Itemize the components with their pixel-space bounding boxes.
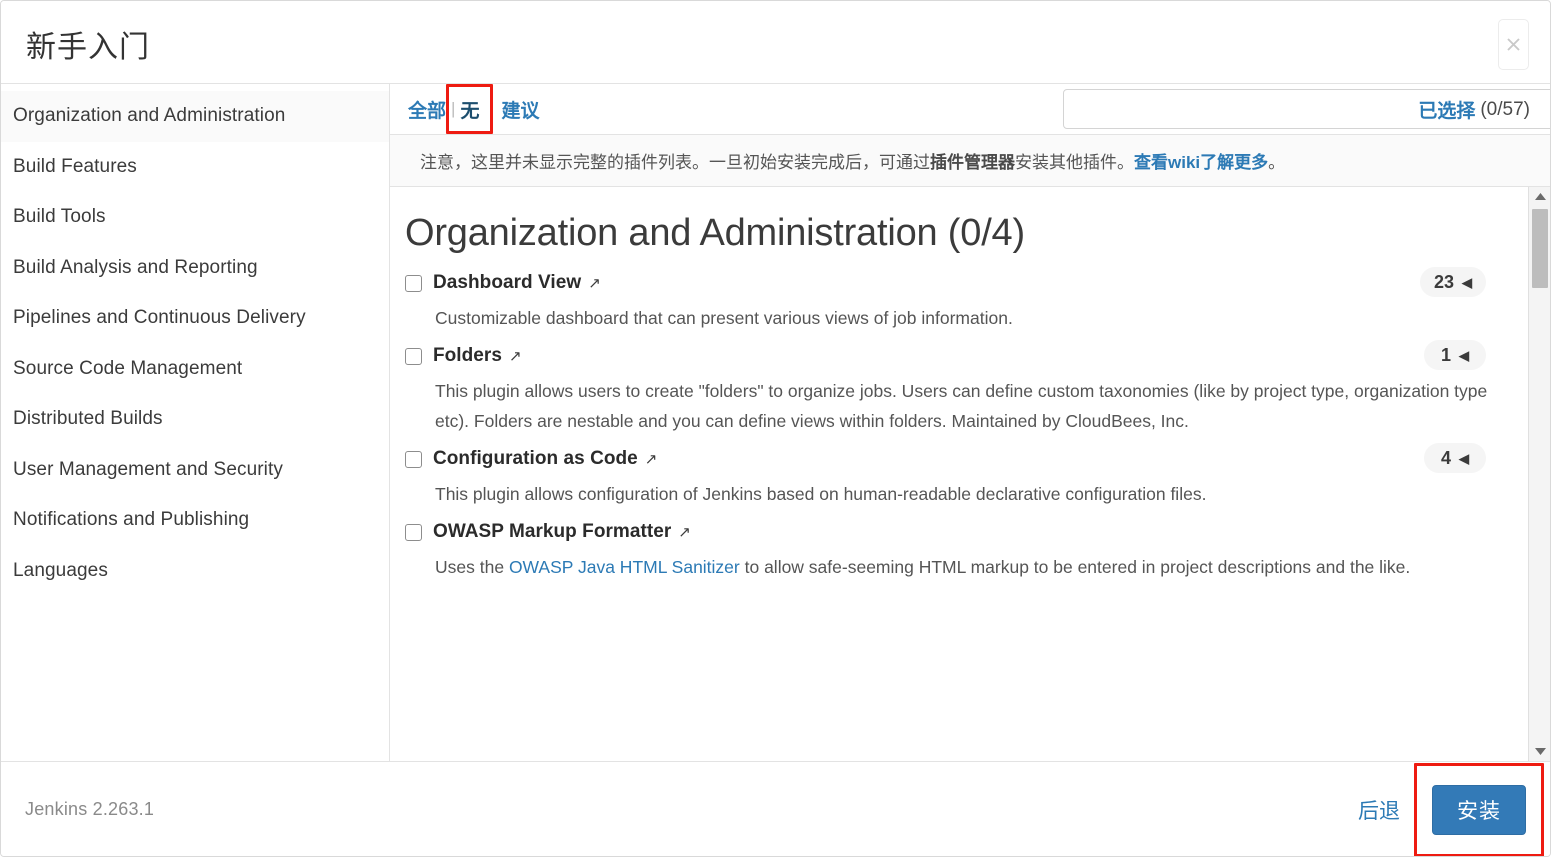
notice-wiki-link[interactable]: 查看wiki了解更多 <box>1134 148 1268 173</box>
close-icon <box>1505 36 1522 53</box>
plugin-checkbox[interactable] <box>405 348 422 365</box>
sidebar-item-build-features[interactable]: Build Features <box>1 142 389 193</box>
category-sidebar: Organization and Administration Build Fe… <box>1 84 390 761</box>
sidebar-item-source-code-management[interactable]: Source Code Management <box>1 344 389 395</box>
plugin-version-badge[interactable]: 4 ◀ <box>1424 443 1486 473</box>
getting-started-dialog: 新手入门 Organization and Administration Bui… <box>0 0 1551 857</box>
sidebar-item-label: Distributed Builds <box>13 408 163 430</box>
sidebar-item-languages[interactable]: Languages <box>1 546 389 597</box>
plugin-version-badge[interactable]: 23 ◀ <box>1420 267 1486 297</box>
plugin-checkbox[interactable] <box>405 275 422 292</box>
vertical-scrollbar[interactable] <box>1528 187 1550 761</box>
plugin-checkbox[interactable] <box>405 524 422 541</box>
notice-text-2: 安装其他插件。 <box>1015 148 1134 173</box>
notice-text-1: 注意，这里并未显示完整的插件列表。一旦初始安装完成后，可通过 <box>420 148 930 173</box>
triangle-left-icon: ◀ <box>1459 452 1469 465</box>
plugin-toolbar: 全部 | 无 建议 已 <box>390 84 1550 135</box>
notice-bar: 注意，这里并未显示完整的插件列表。一旦初始安装完成后，可通过插件管理器安装其他插… <box>390 135 1550 187</box>
plugin-item-folders: Folders ↗ 1 ◀ This plugin allows users t… <box>405 342 1488 436</box>
tab-all[interactable]: 全部 <box>404 96 450 123</box>
sidebar-item-distributed-builds[interactable]: Distributed Builds <box>1 394 389 445</box>
notice-bold-plugin-manager: 插件管理器 <box>930 148 1015 173</box>
filter-tabs: 全部 | 无 建议 <box>390 96 543 123</box>
sidebar-item-pipelines-and-continuous-delivery[interactable]: Pipelines and Continuous Delivery <box>1 293 389 344</box>
plugin-list-region: Organization and Administration (0/4) Da… <box>390 187 1550 761</box>
external-link-icon[interactable]: ↗ <box>509 347 522 365</box>
dialog-header: 新手入门 <box>1 1 1550 84</box>
plugin-version-badge[interactable]: 1 ◀ <box>1424 340 1486 370</box>
page-title: 新手入门 <box>26 22 150 66</box>
dialog-body: Organization and Administration Build Fe… <box>1 84 1550 761</box>
external-link-icon[interactable]: ↗ <box>588 274 601 292</box>
notice-text-3: 。 <box>1268 148 1285 173</box>
scroll-down-button[interactable] <box>1529 742 1551 761</box>
back-button[interactable]: 后退 <box>1358 795 1400 825</box>
dialog-footer: Jenkins 2.263.1 后退 安装 <box>1 761 1550 856</box>
section-title: Organization and Administration (0/4) <box>405 212 1488 255</box>
plugin-name[interactable]: Configuration as Code <box>433 448 638 470</box>
sidebar-item-label: Pipelines and Continuous Delivery <box>13 307 306 329</box>
plugin-description-prefix: Uses the <box>435 557 509 577</box>
sidebar-item-build-tools[interactable]: Build Tools <box>1 192 389 243</box>
sidebar-item-label: Source Code Management <box>13 358 242 380</box>
install-button[interactable]: 安装 <box>1432 785 1526 835</box>
scrollbar-thumb[interactable] <box>1532 209 1548 288</box>
plugin-checkbox[interactable] <box>405 451 422 468</box>
plugin-selection-panel: 全部 | 无 建议 已 <box>390 84 1550 761</box>
plugin-version-count: 1 <box>1441 345 1451 366</box>
sidebar-item-label: Build Analysis and Reporting <box>13 257 258 279</box>
jenkins-version-label: Jenkins 2.263.1 <box>25 799 154 820</box>
plugin-header: Folders ↗ <box>405 342 1488 370</box>
footer-actions: 后退 安装 <box>1358 762 1526 857</box>
plugin-item-configuration-as-code: Configuration as Code ↗ 4 ◀ This plugin … <box>405 445 1488 509</box>
sidebar-item-label: Notifications and Publishing <box>13 509 249 531</box>
sidebar-item-user-management-and-security[interactable]: User Management and Security <box>1 445 389 496</box>
install-button-wrapper: 安装 <box>1432 785 1526 835</box>
sidebar-item-label: User Management and Security <box>13 459 283 481</box>
external-link-icon[interactable]: ↗ <box>645 450 658 468</box>
tab-none[interactable]: 无 <box>456 101 483 122</box>
selected-counter-label: 已选择 <box>1418 96 1475 123</box>
sidebar-item-organization-and-administration[interactable]: Organization and Administration <box>1 91 389 142</box>
plugin-name[interactable]: OWASP Markup Formatter <box>433 521 671 543</box>
plugin-version-count: 23 <box>1434 272 1454 293</box>
triangle-left-icon: ◀ <box>1462 276 1472 289</box>
plugin-list: Organization and Administration (0/4) Da… <box>390 187 1528 761</box>
plugin-description-suffix: to allow safe-seeming HTML markup to be … <box>740 557 1411 577</box>
plugin-version-count: 4 <box>1441 448 1451 469</box>
close-button[interactable] <box>1498 19 1529 70</box>
plugin-name[interactable]: Folders <box>433 345 502 367</box>
sidebar-item-label: Languages <box>13 560 108 582</box>
plugin-header: OWASP Markup Formatter ↗ <box>405 518 1488 546</box>
selected-counter[interactable]: 已选择 (0/57) <box>1418 84 1530 135</box>
plugin-description: This plugin allows configuration of Jenk… <box>435 479 1488 509</box>
plugin-name[interactable]: Dashboard View <box>433 272 581 294</box>
plugin-item-dashboard-view: Dashboard View ↗ 23 ◀ Customizable dashb… <box>405 269 1488 333</box>
sidebar-item-label: Build Tools <box>13 206 106 228</box>
sidebar-item-notifications-and-publishing[interactable]: Notifications and Publishing <box>1 495 389 546</box>
tab-suggested[interactable]: 建议 <box>497 96 543 123</box>
plugin-description: This plugin allows users to create "fold… <box>435 376 1488 436</box>
triangle-down-icon <box>1534 743 1547 761</box>
plugin-header: Configuration as Code ↗ <box>405 445 1488 473</box>
triangle-up-icon <box>1534 188 1547 206</box>
sidebar-item-build-analysis-and-reporting[interactable]: Build Analysis and Reporting <box>1 243 389 294</box>
tab-none-wrapper: 无 <box>456 96 483 123</box>
plugin-description: Uses the OWASP Java HTML Sanitizer to al… <box>435 552 1488 582</box>
plugin-description: Customizable dashboard that can present … <box>435 303 1488 333</box>
scroll-up-button[interactable] <box>1529 187 1551 206</box>
plugin-description-link[interactable]: OWASP Java HTML Sanitizer <box>509 557 740 577</box>
selected-counter-value: (0/57) <box>1480 99 1530 121</box>
plugin-header: Dashboard View ↗ <box>405 269 1488 297</box>
sidebar-item-label: Organization and Administration <box>13 105 285 127</box>
sidebar-item-label: Build Features <box>13 156 137 178</box>
external-link-icon[interactable]: ↗ <box>678 523 691 541</box>
plugin-item-owasp-markup-formatter: OWASP Markup Formatter ↗ Uses the OWASP … <box>405 518 1488 582</box>
triangle-left-icon: ◀ <box>1459 349 1469 362</box>
